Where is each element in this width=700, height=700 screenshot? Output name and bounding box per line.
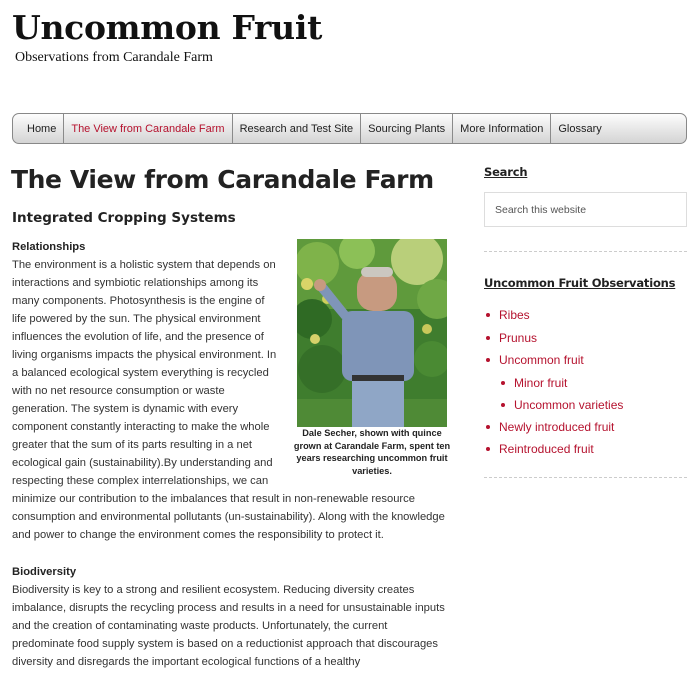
main-navigation: Home The View from Carandale Farm Resear… [12, 113, 687, 144]
category-link-prunus[interactable]: Prunus [499, 331, 537, 345]
category-link-newly-introduced-fruit[interactable]: Newly introduced fruit [499, 420, 614, 434]
nav-item-sourcing-plants[interactable]: Sourcing Plants [361, 114, 454, 143]
nav-item-view-from-carandale-farm[interactable]: The View from Carandale Farm [64, 114, 233, 143]
section-heading-biodiversity: Biodiversity [12, 566, 77, 578]
article-content: Dale Secher, shown with quince grown at … [12, 239, 452, 671]
search-input[interactable]: Search this website [484, 192, 687, 227]
list-item: Uncommon fruit [484, 349, 687, 372]
category-link-ribes[interactable]: Ribes [499, 308, 530, 322]
list-item: Newly introduced fruit [484, 416, 687, 439]
page-title: The View from Carandale Farm [11, 165, 434, 194]
category-link-uncommon-fruit[interactable]: Uncommon fruit [499, 353, 584, 367]
photo-figure: Dale Secher, shown with quince grown at … [292, 239, 452, 477]
observations-widget-title: Uncommon Fruit Observations [484, 276, 676, 290]
photo-caption: Dale Secher, shown with quince grown at … [293, 428, 451, 476]
nav-item-more-information[interactable]: More Information [453, 114, 552, 143]
list-item: Minor fruit [484, 372, 687, 394]
list-item: Reintroduced fruit [484, 438, 687, 461]
sidebar: Search Search this website Uncommon Frui… [484, 165, 687, 478]
nav-item-glossary[interactable]: Glossary [551, 114, 608, 143]
section-subtitle: Integrated Cropping Systems [12, 210, 236, 226]
list-item: Uncommon varieties [484, 394, 687, 416]
nav-item-research-and-test-site[interactable]: Research and Test Site [233, 114, 362, 143]
search-widget-title: Search [484, 165, 528, 179]
list-item: Ribes [484, 304, 687, 327]
site-description: Observations from Carandale Farm [15, 50, 213, 65]
section-text-biodiversity: Biodiversity is key to a strong and resi… [12, 584, 445, 668]
nav-item-home[interactable]: Home [13, 114, 65, 143]
category-link-reintroduced-fruit[interactable]: Reintroduced fruit [499, 442, 594, 456]
site-title[interactable]: Uncommon Fruit [12, 8, 322, 47]
list-item: Prunus [484, 327, 687, 350]
category-link-uncommon-varieties[interactable]: Uncommon varieties [514, 398, 623, 412]
sidebar-divider [484, 251, 687, 252]
sidebar-divider [484, 476, 687, 478]
category-link-minor-fruit[interactable]: Minor fruit [514, 376, 567, 390]
farmer-quince-photo [297, 239, 447, 427]
observations-list: Ribes Prunus Uncommon fruit Minor fruit … [484, 304, 687, 461]
